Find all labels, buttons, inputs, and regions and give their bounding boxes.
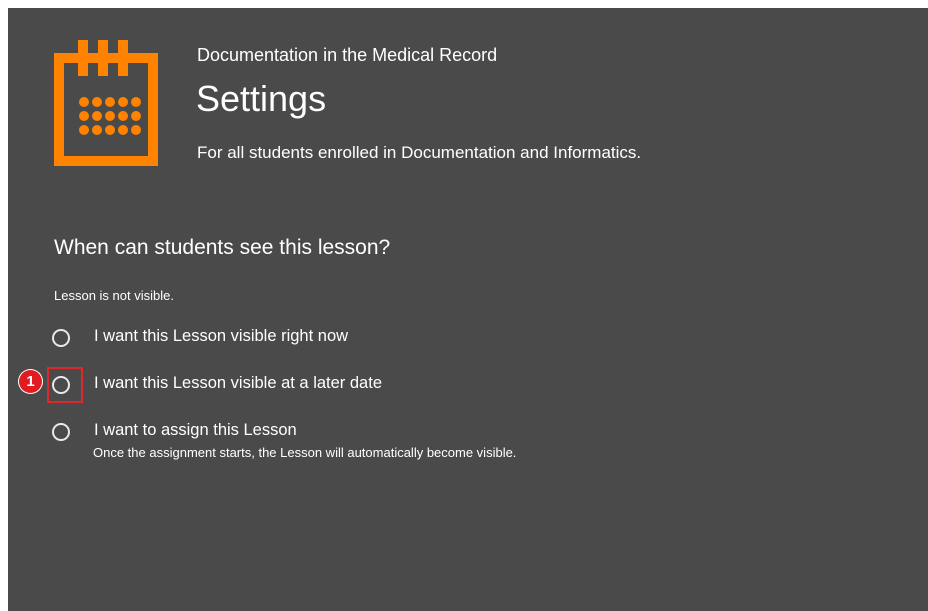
course-title: Documentation in the Medical Record	[197, 45, 498, 65]
settings-panel: Documentation in the Medical Record Sett…	[8, 8, 928, 611]
page-title: Settings	[196, 78, 327, 119]
radio-assign[interactable]	[52, 423, 70, 441]
highlight-box	[47, 367, 83, 403]
visibility-status: Lesson is not visible.	[54, 288, 174, 303]
option-visible-later-label: I want this Lesson visible at a later da…	[94, 374, 382, 392]
calendar-icon	[54, 40, 158, 166]
page-subtitle: For all students enrolled in Documentati…	[197, 143, 642, 162]
visibility-heading: When can students see this lesson?	[54, 236, 391, 259]
option-assign-note: Once the assignment starts, the Lesson w…	[93, 445, 517, 460]
option-visible-now-label: I want this Lesson visible right now	[94, 327, 349, 345]
option-assign-label: I want to assign this Lesson	[94, 421, 297, 439]
radio-visible-now[interactable]	[52, 329, 70, 347]
step-number-badge: 1	[19, 370, 42, 393]
